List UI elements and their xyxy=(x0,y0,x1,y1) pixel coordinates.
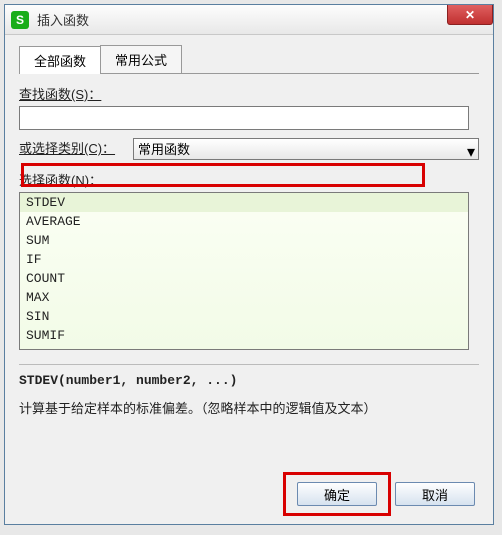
category-label: 或选择类别(C)： xyxy=(19,138,115,157)
list-item[interactable]: AVERAGE xyxy=(20,212,468,231)
function-description: 计算基于给定样本的标准偏差。（忽略样本中的逻辑值及文本） xyxy=(19,400,479,418)
list-item[interactable]: MAX xyxy=(20,288,468,307)
app-icon: S xyxy=(11,11,29,29)
search-input[interactable] xyxy=(19,106,469,130)
titlebar: S 插入函数 ✕ xyxy=(5,5,493,35)
tab-common-formulas[interactable]: 常用公式 xyxy=(100,45,182,73)
list-item[interactable]: SIN xyxy=(20,307,468,326)
select-function-label: 选择函数(N)： xyxy=(19,170,479,189)
list-item[interactable]: STDEV xyxy=(20,193,468,212)
list-item[interactable]: COUNT xyxy=(20,269,468,288)
dialog-content: 全部函数 常用公式 查找函数(S)： 或选择类别(C)： 常用函数 ▾ 选择函数… xyxy=(5,35,493,428)
search-label: 查找函数(S)： xyxy=(19,84,479,103)
insert-function-dialog: S 插入函数 ✕ 全部函数 常用公式 查找函数(S)： 或选择类别(C)： 常用… xyxy=(4,4,494,525)
ok-button[interactable]: 确定 xyxy=(297,482,377,506)
category-select[interactable]: 常用函数 xyxy=(133,138,479,160)
tab-strip: 全部函数 常用公式 xyxy=(19,45,479,74)
divider xyxy=(19,364,479,365)
list-item[interactable]: SUMIF xyxy=(20,326,468,345)
window-title: 插入函数 xyxy=(37,10,89,29)
list-item[interactable]: SUM xyxy=(20,231,468,250)
close-button[interactable]: ✕ xyxy=(447,5,493,25)
cancel-button[interactable]: 取消 xyxy=(395,482,475,506)
close-icon: ✕ xyxy=(465,8,475,22)
function-signature: STDEV(number1, number2, ...) xyxy=(19,373,479,388)
list-item[interactable]: IF xyxy=(20,250,468,269)
function-listbox[interactable]: STDEV AVERAGE SUM IF COUNT MAX SIN SUMIF xyxy=(19,192,469,350)
tab-all-functions[interactable]: 全部函数 xyxy=(19,46,101,74)
button-row: 确定 取消 xyxy=(297,482,475,506)
